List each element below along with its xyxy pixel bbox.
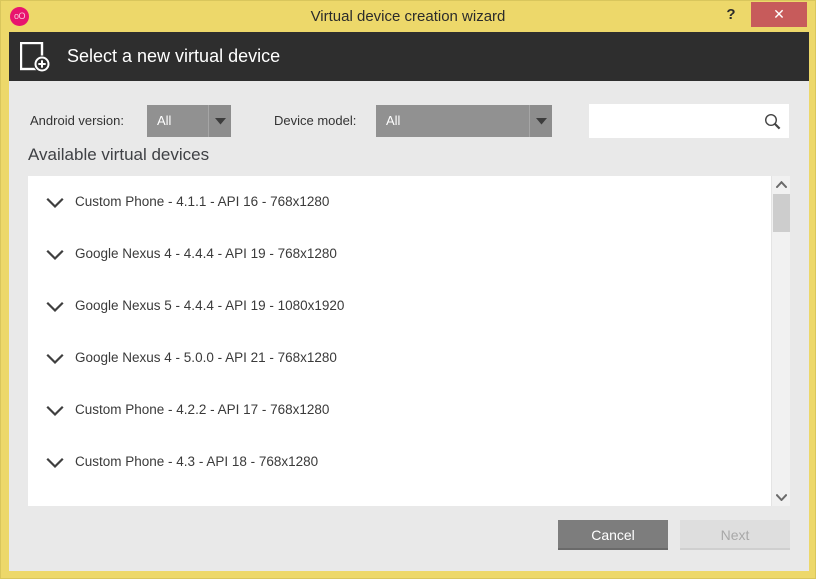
scroll-down-arrow-icon[interactable] <box>772 489 790 506</box>
help-button[interactable]: ? <box>719 2 743 28</box>
chevron-down-icon[interactable] <box>46 248 64 261</box>
search-box[interactable] <box>589 104 789 138</box>
available-devices-panel: Custom Phone - 4.1.1 - API 16 - 768x1280… <box>28 176 790 506</box>
chevron-down-icon[interactable] <box>46 352 64 365</box>
dialog-body: Android version: All Device model: All A… <box>9 81 809 571</box>
list-item[interactable]: Google Nexus 5 - 4.4.4 - API 19 - 1080x1… <box>28 280 771 332</box>
virtual-device-creation-wizard-window: oO Virtual device creation wizard ? ✕ Se… <box>0 0 816 579</box>
close-button[interactable]: ✕ <box>751 2 807 27</box>
chevron-down-icon[interactable] <box>46 196 64 209</box>
list-item-label: Custom Phone - 4.3 - API 18 - 768x1280 <box>75 454 319 469</box>
chevron-down-icon[interactable] <box>529 105 552 137</box>
chevron-down-icon[interactable] <box>46 456 64 469</box>
list-item[interactable]: Google Nexus 4 - 5.0.0 - API 21 - 768x12… <box>28 332 771 384</box>
cancel-button[interactable]: Cancel <box>558 520 668 550</box>
title-bar: oO Virtual device creation wizard ? ✕ <box>1 1 815 32</box>
chevron-down-icon[interactable] <box>208 105 231 137</box>
device-add-icon <box>19 41 54 73</box>
list-item-label: Google Nexus 4 - 5.0.0 - API 21 - 768x12… <box>75 350 337 365</box>
android-version-value: All <box>157 113 172 128</box>
section-title: Available virtual devices <box>28 145 210 164</box>
device-model-value: All <box>386 113 401 128</box>
wizard-header: Select a new virtual device <box>9 32 809 81</box>
chevron-down-icon[interactable] <box>46 404 64 417</box>
device-list-scrollbar[interactable] <box>771 176 790 506</box>
dialog-footer: Cancel Next <box>9 509 809 571</box>
device-model-label: Device model: <box>274 113 357 128</box>
list-item-label: Google Nexus 4 - 4.4.4 - API 19 - 768x12… <box>75 246 337 261</box>
list-item[interactable]: Custom Phone - 4.3 - API 18 - 768x1280 <box>28 436 771 488</box>
chevron-down-icon[interactable] <box>46 300 64 313</box>
android-version-dropdown[interactable]: All <box>147 105 231 137</box>
next-button[interactable]: Next <box>680 520 790 550</box>
device-model-dropdown[interactable]: All <box>376 105 552 137</box>
list-item[interactable]: Custom Phone - 4.1.1 - API 16 - 768x1280 <box>28 176 771 228</box>
search-input[interactable] <box>589 104 757 138</box>
device-list: Custom Phone - 4.1.1 - API 16 - 768x1280… <box>28 176 771 506</box>
list-item[interactable]: Google Nexus 4 - 4.4.4 - API 19 - 768x12… <box>28 228 771 280</box>
list-item[interactable]: Custom Phone - 4.2.2 - API 17 - 768x1280 <box>28 384 771 436</box>
list-item-label: Custom Phone - 4.2.2 - API 17 - 768x1280 <box>75 402 330 417</box>
header-title: Select a new virtual device <box>67 46 281 66</box>
search-icon[interactable] <box>764 113 781 130</box>
android-version-label: Android version: <box>30 113 124 128</box>
list-item-label: Custom Phone - 4.1.1 - API 16 - 768x1280 <box>75 194 330 209</box>
list-item-label: Google Nexus 5 - 4.4.4 - API 19 - 1080x1… <box>75 298 345 313</box>
scroll-up-arrow-icon[interactable] <box>772 176 790 193</box>
scrollbar-thumb[interactable] <box>773 194 790 232</box>
window-title: Virtual device creation wizard <box>310 8 506 25</box>
filter-row: Android version: All Device model: All <box>9 81 809 139</box>
